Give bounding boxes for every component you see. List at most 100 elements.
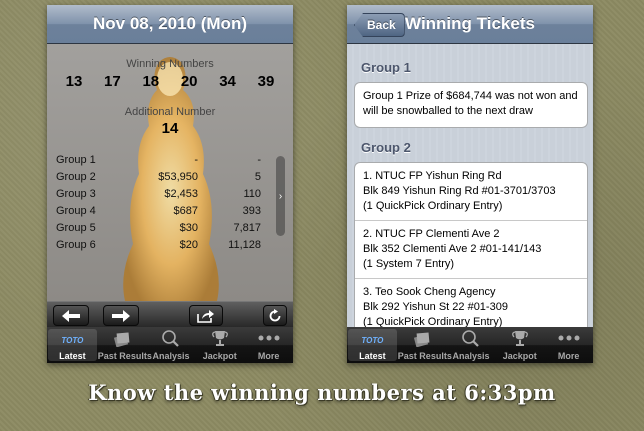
winning-number: 17 <box>104 73 121 90</box>
toto-logo-icon: TOTO <box>361 336 384 345</box>
prize-row: Group 2 $53,950 5 <box>56 171 261 188</box>
prize-amount: - <box>194 154 198 166</box>
share-icon <box>197 309 214 323</box>
tab-label: Jackpot <box>502 351 537 361</box>
prize-winners: 11,128 <box>228 239 261 251</box>
next-draw-arrow-button[interactable]: › <box>276 156 285 236</box>
prize-group: Group 4 <box>56 205 96 217</box>
prize-row: Group 4 $687 393 <box>56 205 261 222</box>
tab-more[interactable]: More <box>544 327 593 363</box>
outlet-address: Blk 849 Yishun Ring Rd #01-3701/3703 <box>363 185 556 197</box>
tab-label: Jackpot <box>202 351 237 361</box>
draw-date-title: Nov 08, 2010 (Mon) <box>93 14 247 33</box>
tab-latest[interactable]: TOTO Latest <box>48 329 97 361</box>
nav-bar: Nov 08, 2010 (Mon) <box>47 5 293 44</box>
tickets-content: Group 1 Group 1 Prize of $684,744 was no… <box>347 44 593 327</box>
arrow-right-icon <box>112 309 130 322</box>
prize-winners: 7,817 <box>233 222 261 234</box>
winning-tickets-screen: Back Winning Tickets Group 1 Group 1 Pri… <box>347 5 593 363</box>
toto-logo-icon: TOTO <box>61 336 84 345</box>
tab-latest[interactable]: TOTO Latest <box>348 329 397 361</box>
tab-label: More <box>257 351 280 361</box>
tab-label: Latest <box>59 351 86 361</box>
outlet-entry[interactable]: 1. NTUC FP Yishun Ring Rd Blk 849 Yishun… <box>355 163 587 221</box>
winning-tickets-title: Winning Tickets <box>405 14 535 33</box>
prize-amount: $2,453 <box>164 188 198 200</box>
nav-bar: Back Winning Tickets <box>347 5 593 44</box>
tab-bar: TOTO Latest Past Results Analysis Jackpo… <box>347 327 593 363</box>
winning-number: 18 <box>142 73 160 90</box>
trophy-icon <box>211 331 228 346</box>
tab-past-results[interactable]: Past Results <box>397 327 452 363</box>
stack-icon <box>114 332 130 347</box>
prize-amount: $20 <box>179 239 198 251</box>
outlet-entry[interactable]: 3. Teo Sook Cheng Agency Blk 292 Yishun … <box>355 279 587 327</box>
next-button[interactable] <box>103 305 139 326</box>
prize-row: Group 1 - - <box>56 154 261 171</box>
tab-label: Past Results <box>397 351 452 361</box>
prize-row: Group 6 $20 11,128 <box>56 239 261 256</box>
tab-past-results[interactable]: Past Results <box>97 327 152 363</box>
tab-bar: TOTO Latest Past Results Analysis Jackpo… <box>47 327 293 363</box>
promo-tagline: Know the winning numbers at 6:33pm <box>88 380 556 405</box>
outlet-name: 3. Teo Sook Cheng Agency <box>363 286 496 298</box>
magnifier-icon <box>162 330 179 347</box>
outlet-entry-type: (1 QuickPick Ordinary Entry) <box>363 316 503 327</box>
outlet-entry[interactable]: 2. NTUC FP Clementi Ave 2 Blk 352 Clemen… <box>355 221 587 279</box>
magnifier-icon <box>462 330 479 347</box>
back-button[interactable]: Back <box>354 13 405 37</box>
prize-winners: 5 <box>254 171 261 183</box>
previous-button[interactable] <box>53 305 89 326</box>
results-content: Winning Numbers 13 17 18 20 34 39 Additi… <box>47 44 293 301</box>
winning-numbers: 13 17 18 20 34 39 <box>59 73 281 90</box>
tab-label: More <box>557 351 580 361</box>
outlet-address: Blk 292 Yishun St 22 #01-309 <box>363 301 508 313</box>
latest-results-screen: Nov 08, 2010 (Mon) Winning Numbers 13 17… <box>47 5 293 363</box>
trophy-icon <box>511 331 528 346</box>
outlet-address: Blk 352 Clementi Ave 2 #01-141/143 <box>363 243 542 255</box>
winning-numbers-label: Winning Numbers <box>126 58 214 70</box>
outlet-entry-type: (1 System 7 Entry) <box>363 258 455 270</box>
prize-amount: $687 <box>173 205 198 217</box>
outlet-name: 2. NTUC FP Clementi Ave 2 <box>363 228 500 240</box>
prize-group: Group 5 <box>56 222 96 234</box>
prize-row: Group 3 $2,453 110 <box>56 188 261 205</box>
prize-row: Group 5 $30 7,817 <box>56 222 261 239</box>
prize-winners: 393 <box>242 205 261 217</box>
additional-number-label: Additional Number <box>124 106 216 118</box>
tab-label: Past Results <box>97 351 152 361</box>
tab-analysis[interactable]: Analysis <box>147 327 196 363</box>
group-1-message: Group 1 Prize of $684,744 was not won an… <box>363 90 578 117</box>
refresh-button[interactable] <box>263 305 287 326</box>
prize-group: Group 2 <box>56 171 96 183</box>
group-1-header: Group 1 <box>361 60 411 75</box>
prize-winners: 110 <box>243 188 261 200</box>
prize-group: Group 3 <box>56 188 96 200</box>
tab-label: Analysis <box>152 351 190 361</box>
tab-label: Latest <box>359 351 386 361</box>
tab-jackpot[interactable]: Jackpot <box>195 327 244 363</box>
prize-table: Group 1 - - Group 2 $53,950 5 Group 3 $2… <box>56 154 261 256</box>
tab-more[interactable]: More <box>244 327 293 363</box>
tab-analysis[interactable]: Analysis <box>447 327 496 363</box>
group-1-panel: Group 1 Prize of $684,744 was not won an… <box>354 82 588 128</box>
more-dots-icon <box>558 335 580 341</box>
additional-number: 14 <box>161 120 179 137</box>
outlet-entry-type: (1 QuickPick Ordinary Entry) <box>363 200 503 212</box>
refresh-icon <box>269 308 281 321</box>
prize-group: Group 1 <box>56 154 96 166</box>
arrow-left-icon <box>62 309 80 322</box>
winning-number: 20 <box>180 73 198 90</box>
prize-winners: - <box>257 154 261 166</box>
outlet-name: 1. NTUC FP Yishun Ring Rd <box>363 170 502 182</box>
winning-number: 13 <box>65 73 83 90</box>
winning-number: 34 <box>219 73 236 90</box>
prize-amount: $53,950 <box>158 171 198 183</box>
group-2-header: Group 2 <box>361 140 411 155</box>
toolbar <box>47 301 293 328</box>
share-button[interactable] <box>189 305 223 326</box>
tab-label: Analysis <box>452 351 490 361</box>
tab-jackpot[interactable]: Jackpot <box>495 327 544 363</box>
prize-amount: $30 <box>179 222 198 234</box>
winning-number: 39 <box>257 73 275 90</box>
